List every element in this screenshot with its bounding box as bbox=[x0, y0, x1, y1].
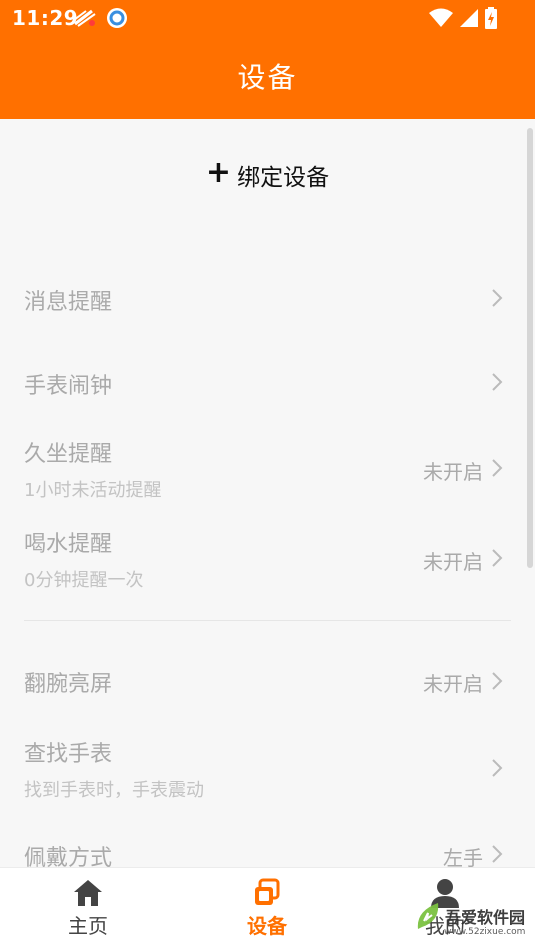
battery-icon bbox=[485, 7, 497, 29]
nav-label-home: 主页 bbox=[68, 914, 108, 938]
chevron-right-icon bbox=[492, 373, 503, 391]
status-time: 11:29 bbox=[12, 6, 79, 30]
row-value: 未开启 bbox=[423, 460, 483, 484]
plus-icon: + bbox=[205, 155, 232, 190]
signal-icon bbox=[460, 9, 478, 27]
watermark-url: www.52zixue.com bbox=[444, 927, 526, 937]
top-app-bar: 11:29 设备 bbox=[0, 0, 535, 119]
row-label: 查找手表 bbox=[24, 742, 113, 767]
row-subtitle: 找到手表时，手表震动 bbox=[24, 780, 204, 801]
chevron-right-icon bbox=[492, 759, 503, 777]
row-label: 翻腕亮屏 bbox=[24, 672, 113, 697]
row-label: 喝水提醒 bbox=[24, 532, 113, 557]
scrollbar[interactable] bbox=[527, 128, 533, 568]
settings-row-drink-water-reminder[interactable]: 喝水提醒 0分钟提醒一次 未开启 bbox=[24, 526, 509, 592]
chevron-right-icon bbox=[492, 459, 503, 477]
wifi-icon bbox=[429, 8, 453, 27]
notification-app-icon bbox=[72, 8, 98, 32]
row-subtitle: 1小时未活动提醒 bbox=[24, 480, 162, 501]
sync-circle-icon bbox=[106, 7, 128, 33]
watermark-text: 吾爱软件园 bbox=[445, 908, 526, 927]
home-icon bbox=[74, 880, 102, 906]
settings-row-watch-alarm[interactable]: 手表闹钟 bbox=[24, 360, 509, 404]
settings-row-sedentary-reminder[interactable]: 久坐提醒 1小时未活动提醒 未开启 bbox=[24, 436, 509, 502]
settings-row-wrist-raise-screen[interactable]: 翻腕亮屏 未开启 bbox=[24, 660, 509, 704]
row-label: 消息提醒 bbox=[24, 290, 113, 315]
watermark: 吾爱软件园 www.52zixue.com bbox=[414, 899, 534, 937]
section-divider bbox=[24, 620, 511, 621]
bind-device-label: 绑定设备 bbox=[237, 165, 330, 191]
status-bar: 11:29 bbox=[0, 0, 535, 36]
chevron-right-icon bbox=[492, 672, 503, 690]
settings-row-find-watch[interactable]: 查找手表 找到手表时，手表震动 bbox=[24, 736, 509, 802]
nav-tab-device[interactable]: 设备 bbox=[207, 878, 327, 939]
leaf-logo-icon bbox=[417, 903, 439, 929]
row-subtitle: 0分钟提醒一次 bbox=[24, 570, 144, 591]
status-icons bbox=[429, 7, 497, 29]
chevron-right-icon bbox=[492, 549, 503, 567]
nav-label-device: 设备 bbox=[247, 914, 287, 938]
bind-device-button[interactable]: + 绑定设备 bbox=[0, 158, 535, 192]
row-value: 未开启 bbox=[423, 550, 483, 574]
row-label: 久坐提醒 bbox=[24, 442, 113, 467]
chevron-right-icon bbox=[492, 289, 503, 307]
device-icon bbox=[255, 878, 280, 905]
row-value: 未开启 bbox=[423, 672, 483, 696]
chevron-right-icon bbox=[492, 845, 503, 863]
page-title: 设备 bbox=[237, 61, 298, 94]
row-label: 手表闹钟 bbox=[24, 374, 113, 399]
nav-tab-home[interactable]: 主页 bbox=[28, 878, 148, 939]
bottom-navigation: 主页 设备 我的 吾爱软件园 www.52zixue.com bbox=[0, 867, 535, 951]
settings-row-message-reminder[interactable]: 消息提醒 bbox=[24, 276, 509, 320]
